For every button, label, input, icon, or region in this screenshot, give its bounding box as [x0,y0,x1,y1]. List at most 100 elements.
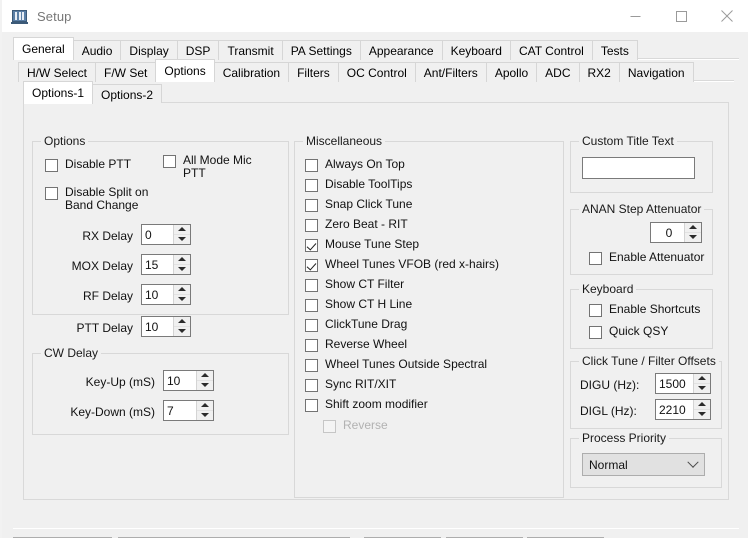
footer-button-row: Reset Database Import Database... Export… [2,500,748,538]
tab-label: RX2 [587,65,611,80]
spinner-down-icon[interactable] [685,232,701,242]
tab-general[interactable]: General [13,37,74,60]
checkbox-always-on-top[interactable]: Always On Top [305,158,405,172]
ptt-delay-spinner[interactable]: 10 [141,316,191,337]
checkbox-box [45,187,58,200]
close-icon[interactable] [704,0,748,32]
spinner-down-icon[interactable] [174,294,190,304]
tab-ant-filters[interactable]: Ant/Filters [414,62,487,82]
checkbox-enable-attenuator[interactable]: Enable Attenuator [589,251,704,265]
tab-label: General [22,42,65,56]
digu-spinner[interactable]: 1500 [655,373,711,394]
checkbox-show-ct-h-line[interactable]: Show CT H Line [305,298,412,312]
tab-options-1[interactable]: Options-1 [23,81,94,104]
key-up-spinner[interactable]: 10 [163,370,214,391]
spinner-up-icon[interactable] [174,285,190,295]
spinner-buttons [173,225,190,244]
tab-options-2[interactable]: Options-2 [92,84,163,104]
tab-label: CAT Control [518,43,584,58]
tab-hw-select[interactable]: H/W Select [18,62,97,82]
tab-rx2[interactable]: RX2 [578,62,620,82]
checkbox-clicktune-drag[interactable]: ClickTune Drag [305,318,407,332]
checkbox-box [305,179,318,192]
tab-appearance[interactable]: Appearance [359,40,443,60]
options-group-legend: Options [41,134,89,148]
checkbox-mouse-tune-step[interactable]: Mouse Tune Step [305,238,419,252]
spinner-up-icon[interactable] [694,374,710,384]
checkbox-label: Disable PTT [65,157,132,171]
checkbox-disable-tooltips[interactable]: Disable ToolTips [305,178,412,192]
spinner-up-icon[interactable] [174,255,190,265]
rf-delay-spinner[interactable]: 10 [141,284,191,305]
tab-filters[interactable]: Filters [288,62,339,82]
tab-display[interactable]: Display [120,40,178,60]
spinner-down-icon[interactable] [694,409,710,419]
checkbox-box [305,199,318,212]
checkbox-enable-shortcuts[interactable]: Enable Shortcuts [589,303,700,317]
checkbox-shift-zoom-modifier[interactable]: Shift zoom modifier [305,398,428,412]
minimize-icon[interactable] [612,0,658,32]
tab-navigation[interactable]: Navigation [618,62,694,82]
process-priority-select[interactable]: Normal [582,453,705,476]
checkbox-box [305,399,318,412]
tab-audio[interactable]: Audio [72,40,122,60]
custom-title-input[interactable] [582,157,695,179]
key-down-spinner[interactable]: 7 [163,400,214,421]
checkbox-show-ct-filter[interactable]: Show CT Filter [305,278,404,292]
spinner-up-icon[interactable] [197,401,213,411]
spinner-up-icon[interactable] [174,317,190,327]
checkbox-label: Wheel Tunes VFOB (red x-hairs) [325,257,500,271]
tab-fw-set[interactable]: F/W Set [95,62,157,82]
miscellaneous-group: Miscellaneous Always On Top Disable Tool… [294,134,564,498]
checkbox-label: Reverse Wheel [325,337,408,351]
anan-attenuator-legend: ANAN Step Attenuator [579,202,705,216]
spinner-down-icon[interactable] [197,410,213,420]
checkbox-zero-beat-rit[interactable]: Zero Beat - RIT [305,218,408,232]
miscellaneous-legend: Miscellaneous [303,134,386,148]
tab-label: Calibration [222,65,281,80]
checkbox-label: Show CT Filter [325,277,405,291]
spinner-up-icon[interactable] [197,371,213,381]
digl-spinner[interactable]: 2210 [655,399,711,420]
tab-apollo[interactable]: Apollo [485,62,538,82]
spinner-up-icon[interactable] [685,223,701,233]
tab-transmit[interactable]: Transmit [218,40,283,60]
mox-delay-spinner[interactable]: 15 [141,254,191,275]
checkbox-wheel-tunes-vfob[interactable]: Wheel Tunes VFOB (red x-hairs) [305,258,499,272]
checkbox-label: Enable Shortcuts [609,302,701,316]
checkbox-sync-rit-xit[interactable]: Sync RIT/XIT [305,378,396,392]
process-priority-legend: Process Priority [579,431,670,445]
tab-label: Display [129,43,169,58]
tab-pa-settings[interactable]: PA Settings [281,40,361,60]
checkbox-all-mode-mic-ptt[interactable]: All Mode Mic PTT [163,154,252,180]
checkbox-wheel-tunes-outside-spectral[interactable]: Wheel Tunes Outside Spectral [305,358,487,372]
tab-options[interactable]: Options [155,59,215,82]
tab-adc[interactable]: ADC [536,62,580,82]
tab-oc-control[interactable]: OC Control [337,62,416,82]
tab-calibration[interactable]: Calibration [213,62,290,82]
checkbox-label: All Mode Mic PTT [183,153,252,180]
tab-row-2: H/W Select F/W Set Options Calibration F… [18,59,694,82]
spinner-down-icon[interactable] [197,380,213,390]
rx-delay-spinner[interactable]: 0 [141,224,191,245]
spinner-down-icon[interactable] [174,326,190,336]
spinner-down-icon[interactable] [174,264,190,274]
keyboard-group: Keyboard Enable Shortcuts Quick QSY [570,282,713,349]
checkbox-quick-qsy[interactable]: Quick QSY [589,325,668,339]
tab-cat-control[interactable]: CAT Control [509,40,593,60]
checkbox-snap-click-tune[interactable]: Snap Click Tune [305,198,412,212]
checkbox-box [305,359,318,372]
checkbox-disable-ptt[interactable]: Disable PTT [45,158,131,172]
spinner-up-icon[interactable] [694,400,710,410]
checkbox-reverse-wheel[interactable]: Reverse Wheel [305,338,407,352]
spinner-down-icon[interactable] [694,383,710,393]
rx-delay-value: 0 [142,225,173,244]
checkbox-disable-split-on-band-change[interactable]: Disable Split on Band Change [45,186,148,212]
spinner-up-icon[interactable] [174,225,190,235]
tab-dsp[interactable]: DSP [176,40,220,60]
tab-tests[interactable]: Tests [591,40,638,60]
maximize-icon[interactable] [658,0,704,32]
anan-attenuator-spinner[interactable]: 0 [650,222,702,243]
tab-keyboard[interactable]: Keyboard [441,40,511,60]
spinner-down-icon[interactable] [174,234,190,244]
